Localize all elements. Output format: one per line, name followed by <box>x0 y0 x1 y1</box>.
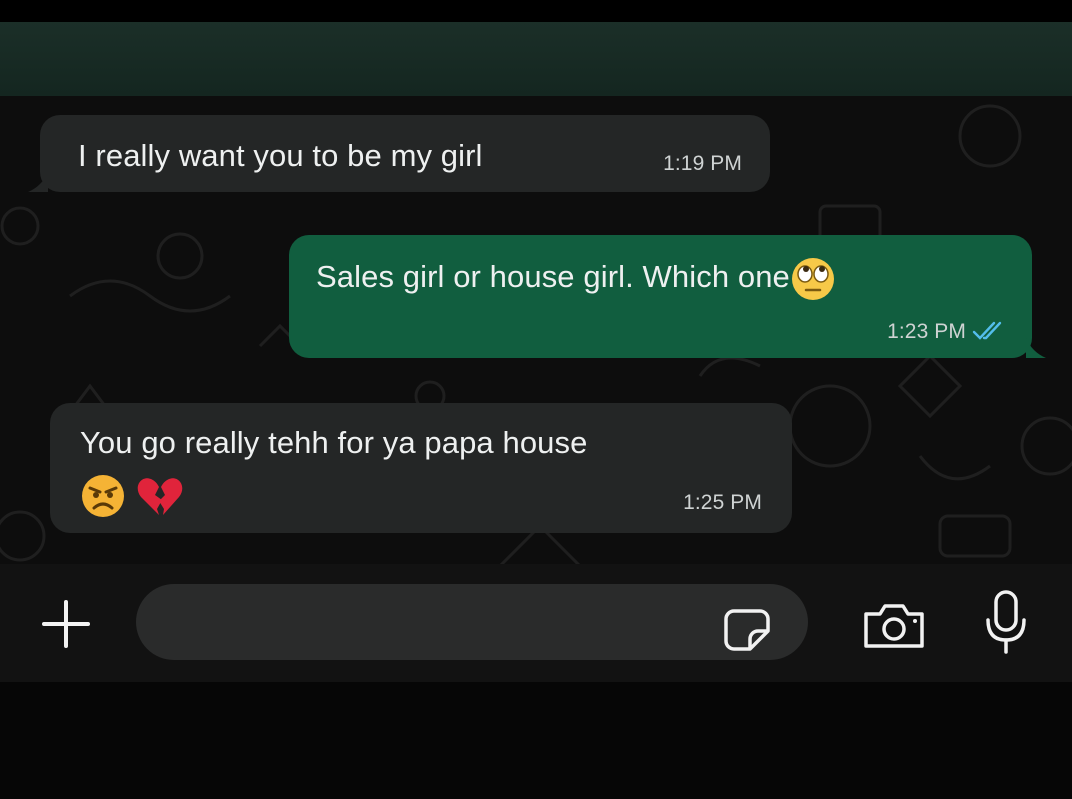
message-time: 1:23 PM <box>887 320 966 343</box>
camera-icon[interactable] <box>860 600 928 650</box>
sticker-icon[interactable] <box>720 605 776 655</box>
message-bubble-incoming[interactable]: You go really tehh for ya papa house 1:2… <box>50 403 792 533</box>
bubble-tail <box>1026 338 1046 358</box>
message-time: 1:25 PM <box>683 491 762 514</box>
message-list[interactable]: I really want you to be my girl 1:19 PM … <box>0 96 1072 564</box>
bubble-tail <box>28 172 48 192</box>
emoji-row <box>80 473 185 523</box>
broken-heart-emoji <box>137 478 182 515</box>
bottom-safe-area <box>0 682 1072 799</box>
message-input-field[interactable] <box>136 584 808 660</box>
message-text: I really want you to be my girl <box>78 138 483 173</box>
message-bubble-outgoing[interactable]: Sales girl or house girl. Which one 1:23… <box>289 235 1046 358</box>
read-receipt-icon <box>972 321 1002 340</box>
message-text: Sales girl or house girl. Which one <box>316 259 790 295</box>
message-input[interactable] <box>166 602 730 644</box>
top-edge <box>0 0 1072 22</box>
plus-icon[interactable] <box>37 596 95 652</box>
message-bubble-incoming[interactable]: I really want you to be my girl 1:19 PM <box>28 115 770 192</box>
message-text: You go really tehh for ya papa house <box>80 425 588 460</box>
rolling-eyes-emoji <box>791 258 834 300</box>
angry-face-emoji <box>82 475 124 517</box>
message-time: 1:19 PM <box>663 152 742 175</box>
chat-header <box>0 22 1072 96</box>
mic-icon[interactable] <box>980 588 1032 658</box>
